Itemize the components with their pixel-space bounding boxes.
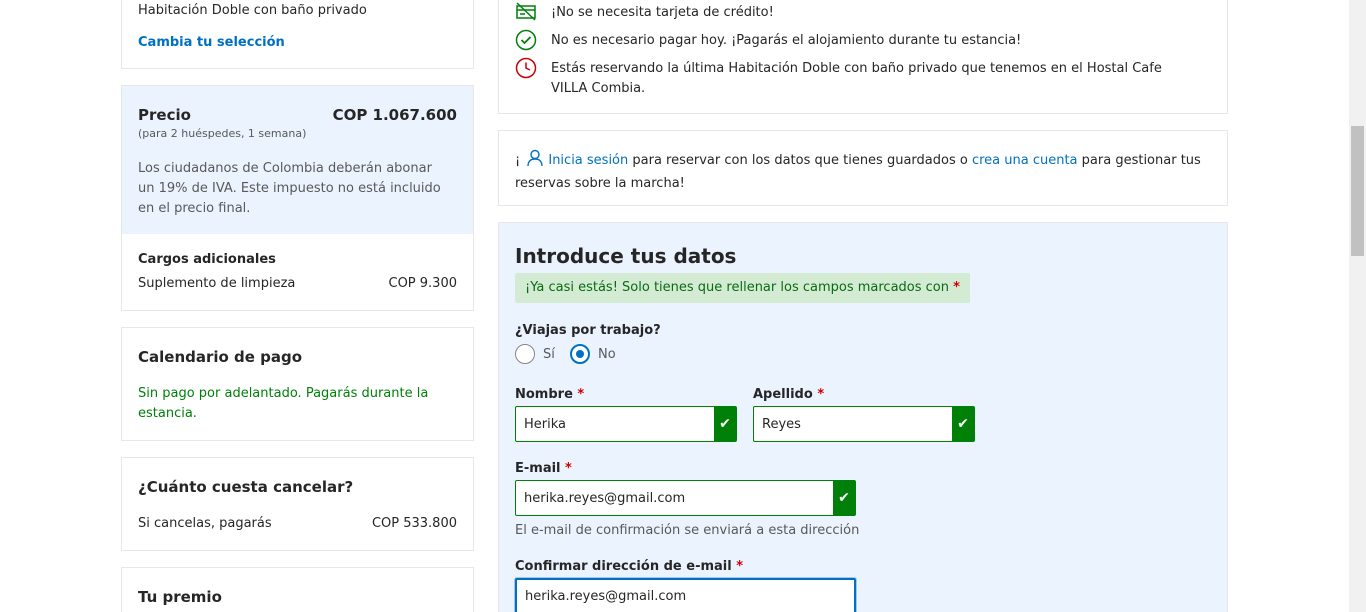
- price-label: Precio: [138, 106, 191, 124]
- reward-title: Tu premio: [138, 588, 222, 606]
- confirm-email-label: Confirmar dirección de e-mail *: [515, 559, 743, 574]
- benefit-last-room: Estás reservando la última Habitación Do…: [551, 61, 1162, 96]
- email-required-mark: *: [565, 461, 572, 476]
- room-name: Habitación Doble con baño privado: [138, 3, 367, 18]
- business-yes-label: Sí: [543, 346, 555, 362]
- payment-schedule-title: Calendario de pago: [138, 348, 303, 366]
- signin-card: ¡ Inicia sesión para reservar con los da…: [498, 130, 1228, 206]
- cleaning-fee-amount: COP 9.300: [388, 276, 458, 291]
- signin-middle: para reservar con los datos que tienes g…: [628, 153, 972, 168]
- price-amount: COP 1.067.600: [332, 106, 457, 124]
- price-card: Precio COP 1.067.600 (para 2 huéspedes, …: [121, 85, 474, 311]
- email-field: ✔: [515, 480, 856, 516]
- email-hint: El e-mail de confirmación se enviará a e…: [515, 523, 860, 538]
- form-title: Introduce tus datos: [515, 244, 737, 268]
- confirm-email-label-text: Confirmar dirección de e-mail: [515, 559, 732, 574]
- cancellation-card: ¿Cuánto cuesta cancelar? Si cancelas, pa…: [121, 457, 474, 551]
- check-circle-icon: [515, 29, 537, 55]
- cleaning-fee-label: Suplemento de limpieza: [138, 276, 296, 291]
- change-selection-link[interactable]: Cambia tu selección: [138, 35, 285, 50]
- first-name-input[interactable]: [516, 407, 714, 441]
- reward-card: Tu premio: [121, 567, 474, 612]
- user-icon: [526, 149, 544, 174]
- first-name-valid-icon: ✔: [714, 407, 736, 441]
- notice-required-mark: *: [953, 280, 960, 295]
- confirm-email-field: [515, 578, 856, 612]
- credit-card-off-icon: [515, 1, 537, 25]
- page-scrollbar[interactable]: [1349, 0, 1366, 612]
- create-account-link[interactable]: crea una cuenta: [972, 153, 1078, 168]
- last-name-label-text: Apellido: [753, 387, 813, 402]
- first-name-label-text: Nombre: [515, 387, 573, 402]
- last-name-valid-icon: ✔: [952, 407, 974, 441]
- room-summary-card: Habitación Doble con baño privado Cambia…: [121, 0, 474, 69]
- benefit-pay-later: No es necesario pagar hoy. ¡Pagarás el a…: [551, 33, 1022, 48]
- tax-note: Los ciudadanos de Colombia deberán abona…: [138, 161, 441, 216]
- guest-details-form: Introduce tus datos ¡Ya casi estás! Solo…: [498, 222, 1228, 612]
- business-no-radio[interactable]: [570, 344, 590, 364]
- cancellation-amount: COP 533.800: [371, 516, 457, 531]
- business-travel-label: ¿Viajas por trabajo?: [515, 323, 661, 338]
- clock-icon: [515, 57, 537, 83]
- last-name-field: ✔: [753, 406, 975, 442]
- signin-link[interactable]: Inicia sesión: [548, 153, 628, 168]
- first-name-field: ✔: [515, 406, 737, 442]
- business-no-label: No: [598, 346, 616, 362]
- first-name-required-mark: *: [577, 387, 585, 402]
- price-summary: Precio COP 1.067.600 (para 2 huéspedes, …: [122, 86, 473, 234]
- last-name-input[interactable]: [754, 407, 952, 441]
- extra-charges-title: Cargos adicionales: [138, 252, 276, 267]
- confirm-email-required-mark: *: [736, 559, 744, 574]
- email-label: E-mail *: [515, 461, 572, 476]
- email-input[interactable]: [516, 481, 833, 515]
- last-name-label: Apellido *: [753, 387, 824, 402]
- required-fields-notice: ¡Ya casi estás! Solo tienes que rellenar…: [515, 273, 970, 303]
- cancellation-title: ¿Cuánto cuesta cancelar?: [138, 478, 354, 496]
- signin-text: ¡ Inicia sesión para reservar con los da…: [515, 149, 1205, 194]
- email-valid-icon: ✔: [833, 481, 855, 515]
- payment-schedule-text: Sin pago por adelantado. Pagarás durante…: [138, 386, 429, 421]
- business-no-option[interactable]: No: [570, 344, 616, 364]
- business-yes-radio[interactable]: [515, 344, 535, 364]
- cancellation-label: Si cancelas, pagarás: [138, 516, 272, 531]
- benefit-no-card: ¡No se necesita tarjeta de crédito!: [551, 5, 774, 20]
- price-guests: (para 2 huéspedes, 1 semana): [138, 127, 307, 140]
- benefits-card: ¡No se necesita tarjeta de crédito! No e…: [498, 0, 1228, 114]
- notice-text: ¡Ya casi estás! Solo tienes que rellenar…: [525, 280, 949, 295]
- confirm-email-input[interactable]: [517, 580, 854, 612]
- email-label-text: E-mail: [515, 461, 561, 476]
- scrollbar-thumb[interactable]: [1351, 126, 1364, 256]
- first-name-label: Nombre *: [515, 387, 584, 402]
- signin-prefix: ¡: [515, 153, 521, 168]
- business-yes-option[interactable]: Sí: [515, 344, 555, 364]
- last-name-required-mark: *: [817, 387, 825, 402]
- payment-schedule-card: Calendario de pago Sin pago por adelanta…: [121, 327, 474, 441]
